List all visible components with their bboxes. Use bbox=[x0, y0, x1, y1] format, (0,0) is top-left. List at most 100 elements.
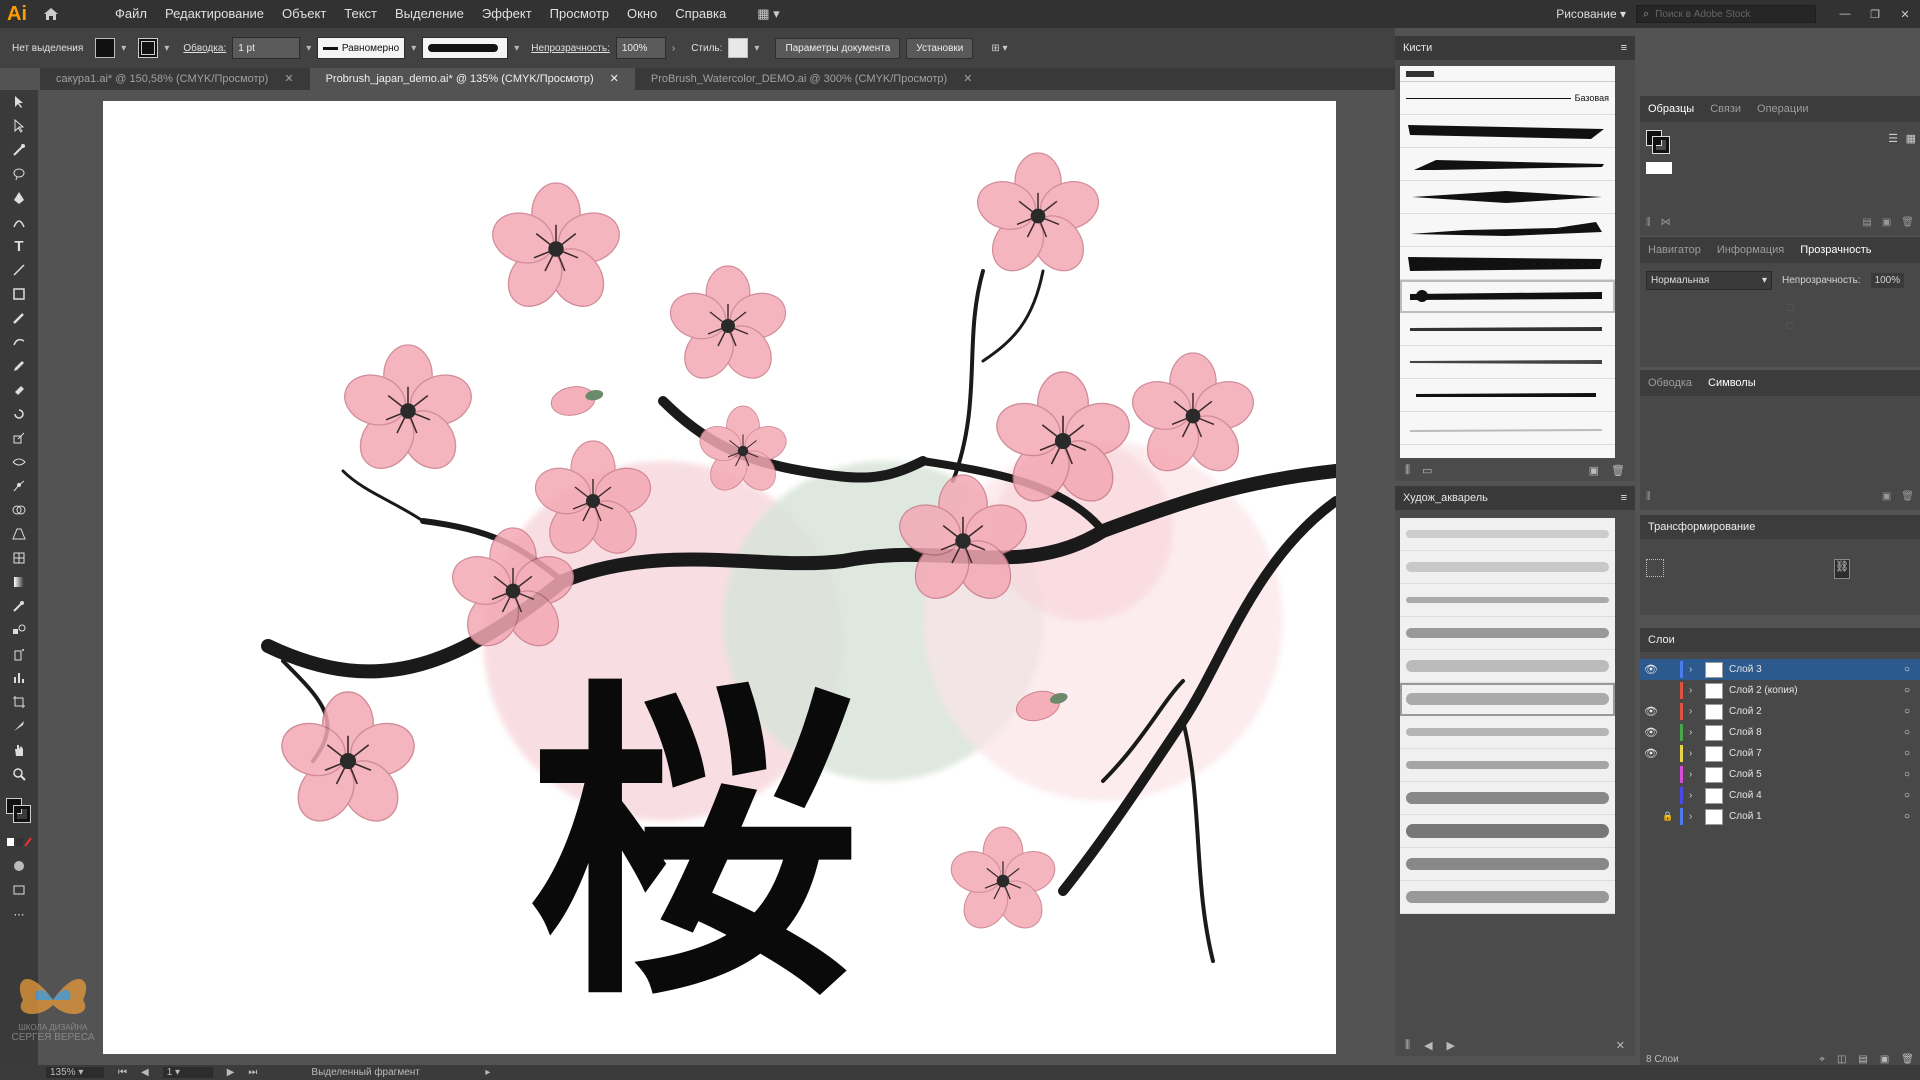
stock-search-field[interactable]: ⌕ Поиск в Adobe Stock bbox=[1636, 5, 1816, 23]
menu-object[interactable]: Объект bbox=[273, 0, 335, 28]
watercolor-brush-11[interactable] bbox=[1400, 848, 1615, 881]
new-color-group-icon[interactable]: ▤ bbox=[1862, 217, 1871, 228]
brush-rough-2[interactable] bbox=[1400, 247, 1615, 280]
menu-effect[interactable]: Эффект bbox=[473, 0, 541, 28]
eye-icon[interactable]: 👁 bbox=[1640, 747, 1662, 760]
expand-layer-icon[interactable]: › bbox=[1689, 790, 1705, 801]
layer-name[interactable]: Слой 5 bbox=[1729, 769, 1904, 780]
expand-layer-icon[interactable]: › bbox=[1689, 685, 1705, 696]
target-icon[interactable]: ○ bbox=[1904, 727, 1910, 738]
brush-rough-3-selected[interactable] bbox=[1400, 280, 1615, 313]
close-tab-icon[interactable]: ✕ bbox=[610, 73, 619, 85]
target-icon[interactable]: ○ bbox=[1904, 790, 1910, 801]
fill-stroke-widget[interactable] bbox=[6, 798, 38, 830]
tab-swatches[interactable]: Образцы bbox=[1640, 96, 1702, 122]
fill-swatch[interactable] bbox=[95, 38, 116, 58]
swatch-none[interactable] bbox=[1646, 162, 1672, 174]
watercolor-brush-3[interactable] bbox=[1400, 584, 1615, 617]
tab-transparency[interactable]: Прозрачность bbox=[1792, 237, 1879, 263]
shaper-tool-icon[interactable] bbox=[0, 330, 38, 354]
layer-name[interactable]: Слой 2 (копия) bbox=[1729, 685, 1904, 696]
layer-row[interactable]: › Слой 2 (копия) ○ bbox=[1640, 680, 1920, 701]
opacity-field[interactable]: 100% bbox=[615, 37, 666, 59]
stroke-swatch[interactable] bbox=[138, 38, 159, 58]
preferences-button[interactable]: Установки bbox=[906, 37, 974, 59]
rotate-tool-icon[interactable] bbox=[0, 402, 38, 426]
watercolor-brush-9[interactable] bbox=[1400, 782, 1615, 815]
home-icon[interactable] bbox=[34, 0, 68, 28]
watercolor-brush-2[interactable] bbox=[1400, 551, 1615, 584]
menu-view[interactable]: Просмотр bbox=[541, 0, 618, 28]
column-graph-icon[interactable] bbox=[0, 666, 38, 690]
last-artboard-icon[interactable]: ⏭ bbox=[248, 1067, 257, 1078]
brush-taper-3[interactable] bbox=[1400, 181, 1615, 214]
tab-symbols[interactable]: Символы bbox=[1700, 370, 1764, 396]
blend-mode-select[interactable]: Нормальная ▾ bbox=[1646, 271, 1772, 290]
libraries-panel-icon[interactable]: ▭ bbox=[1422, 464, 1432, 477]
arrange-icon[interactable]: ⊞ ▾ bbox=[991, 43, 1007, 54]
watercolor-brush-10[interactable] bbox=[1400, 815, 1615, 848]
transform-title[interactable]: Трансформирование bbox=[1648, 521, 1755, 533]
layer-name[interactable]: Слой 7 bbox=[1729, 748, 1904, 759]
document-setup-button[interactable]: Параметры документа bbox=[775, 37, 901, 59]
new-swatch-icon[interactable]: ▣ bbox=[1882, 217, 1891, 228]
new-symbol-icon[interactable]: ▣ bbox=[1882, 491, 1891, 502]
status-info[interactable]: Выделенный фрагмент bbox=[311, 1067, 471, 1078]
target-icon[interactable]: ○ bbox=[1904, 664, 1910, 675]
target-icon[interactable]: ○ bbox=[1904, 748, 1910, 759]
more-tools-icon[interactable]: ⋯ bbox=[0, 902, 38, 926]
lasso-tool-icon[interactable] bbox=[0, 162, 38, 186]
constrain-proportions-icon[interactable]: ⛓ bbox=[1834, 559, 1850, 579]
stroke-label[interactable]: Обводка: bbox=[183, 43, 226, 54]
paintbrush-tool-icon[interactable] bbox=[0, 306, 38, 330]
layer-name[interactable]: Слой 8 bbox=[1729, 727, 1904, 738]
brush-libraries-icon[interactable]: ⫼ bbox=[1405, 1039, 1410, 1052]
new-brush-icon[interactable]: ▣ bbox=[1589, 464, 1599, 477]
minimize-icon[interactable]: — bbox=[1830, 8, 1860, 20]
new-sublayer-icon[interactable]: ▤ bbox=[1858, 1054, 1867, 1065]
tab-sakura[interactable]: сакура1.ai* @ 150,58% (CMYK/Просмотр) ✕ bbox=[40, 68, 310, 90]
pencil-tool-icon[interactable] bbox=[0, 354, 38, 378]
swatch-fill-stroke[interactable] bbox=[1646, 130, 1670, 154]
next-artboard-icon[interactable]: ▶ bbox=[227, 1067, 235, 1078]
drawing-mode-icon[interactable] bbox=[0, 854, 38, 878]
opacity-label[interactable]: Непрозрачность: bbox=[531, 43, 610, 54]
menu-text[interactable]: Текст bbox=[335, 0, 386, 28]
direct-selection-tool-icon[interactable] bbox=[0, 114, 38, 138]
delete-swatch-icon[interactable]: 🗑 bbox=[1901, 217, 1914, 228]
make-clipping-mask-icon[interactable]: ◫ bbox=[1837, 1054, 1846, 1065]
close-window-icon[interactable]: ✕ bbox=[1890, 8, 1920, 21]
color-mode-icons[interactable] bbox=[0, 830, 38, 854]
menu-help[interactable]: Справка bbox=[666, 0, 735, 28]
tab-links[interactable]: Связи bbox=[1702, 96, 1749, 122]
delete-symbol-icon[interactable]: 🗑 bbox=[1901, 491, 1914, 502]
brush-basic[interactable] bbox=[1400, 66, 1615, 82]
watercolor-brush-7[interactable] bbox=[1400, 716, 1615, 749]
type-tool-icon[interactable]: T bbox=[0, 234, 38, 258]
slice-tool-icon[interactable] bbox=[0, 714, 38, 738]
close-library-icon[interactable]: ✕ bbox=[1616, 1039, 1625, 1052]
delete-layer-icon[interactable]: 🗑 bbox=[1901, 1054, 1914, 1065]
artboard-tool-icon[interactable] bbox=[0, 690, 38, 714]
tab-probrush-japan[interactable]: Probrush_japan_demo.ai* @ 135% (CMYK/Про… bbox=[309, 68, 635, 90]
brush-libraries-icon[interactable]: ⫼ bbox=[1405, 464, 1410, 477]
eye-icon[interactable]: 👁 bbox=[1640, 726, 1662, 739]
layer-row[interactable]: 👁 › Слой 7 ○ bbox=[1640, 743, 1920, 764]
first-artboard-icon[interactable]: ⏮ bbox=[118, 1067, 127, 1078]
zoom-tool-icon[interactable] bbox=[0, 762, 38, 786]
selection-tool-icon[interactable] bbox=[0, 90, 38, 114]
expand-layer-icon[interactable]: › bbox=[1689, 811, 1705, 822]
menu-edit[interactable]: Редактирование bbox=[156, 0, 273, 28]
expand-layer-icon[interactable]: › bbox=[1689, 706, 1705, 717]
status-menu-icon[interactable]: ▸ bbox=[485, 1067, 490, 1078]
layer-name[interactable]: Слой 3 bbox=[1729, 664, 1904, 675]
scale-tool-icon[interactable] bbox=[0, 426, 38, 450]
delete-brush-icon[interactable]: 🗑 bbox=[1611, 464, 1625, 477]
expand-layer-icon[interactable]: › bbox=[1689, 748, 1705, 759]
close-tab-icon[interactable]: ✕ bbox=[963, 73, 972, 85]
locate-object-icon[interactable]: ⌖ bbox=[1819, 1054, 1825, 1065]
watercolor-brush-5[interactable] bbox=[1400, 650, 1615, 683]
layer-row[interactable]: 👁 › Слой 8 ○ bbox=[1640, 722, 1920, 743]
layer-name[interactable]: Слой 4 bbox=[1729, 790, 1904, 801]
zoom-level[interactable]: 135% ▾ bbox=[46, 1067, 104, 1078]
